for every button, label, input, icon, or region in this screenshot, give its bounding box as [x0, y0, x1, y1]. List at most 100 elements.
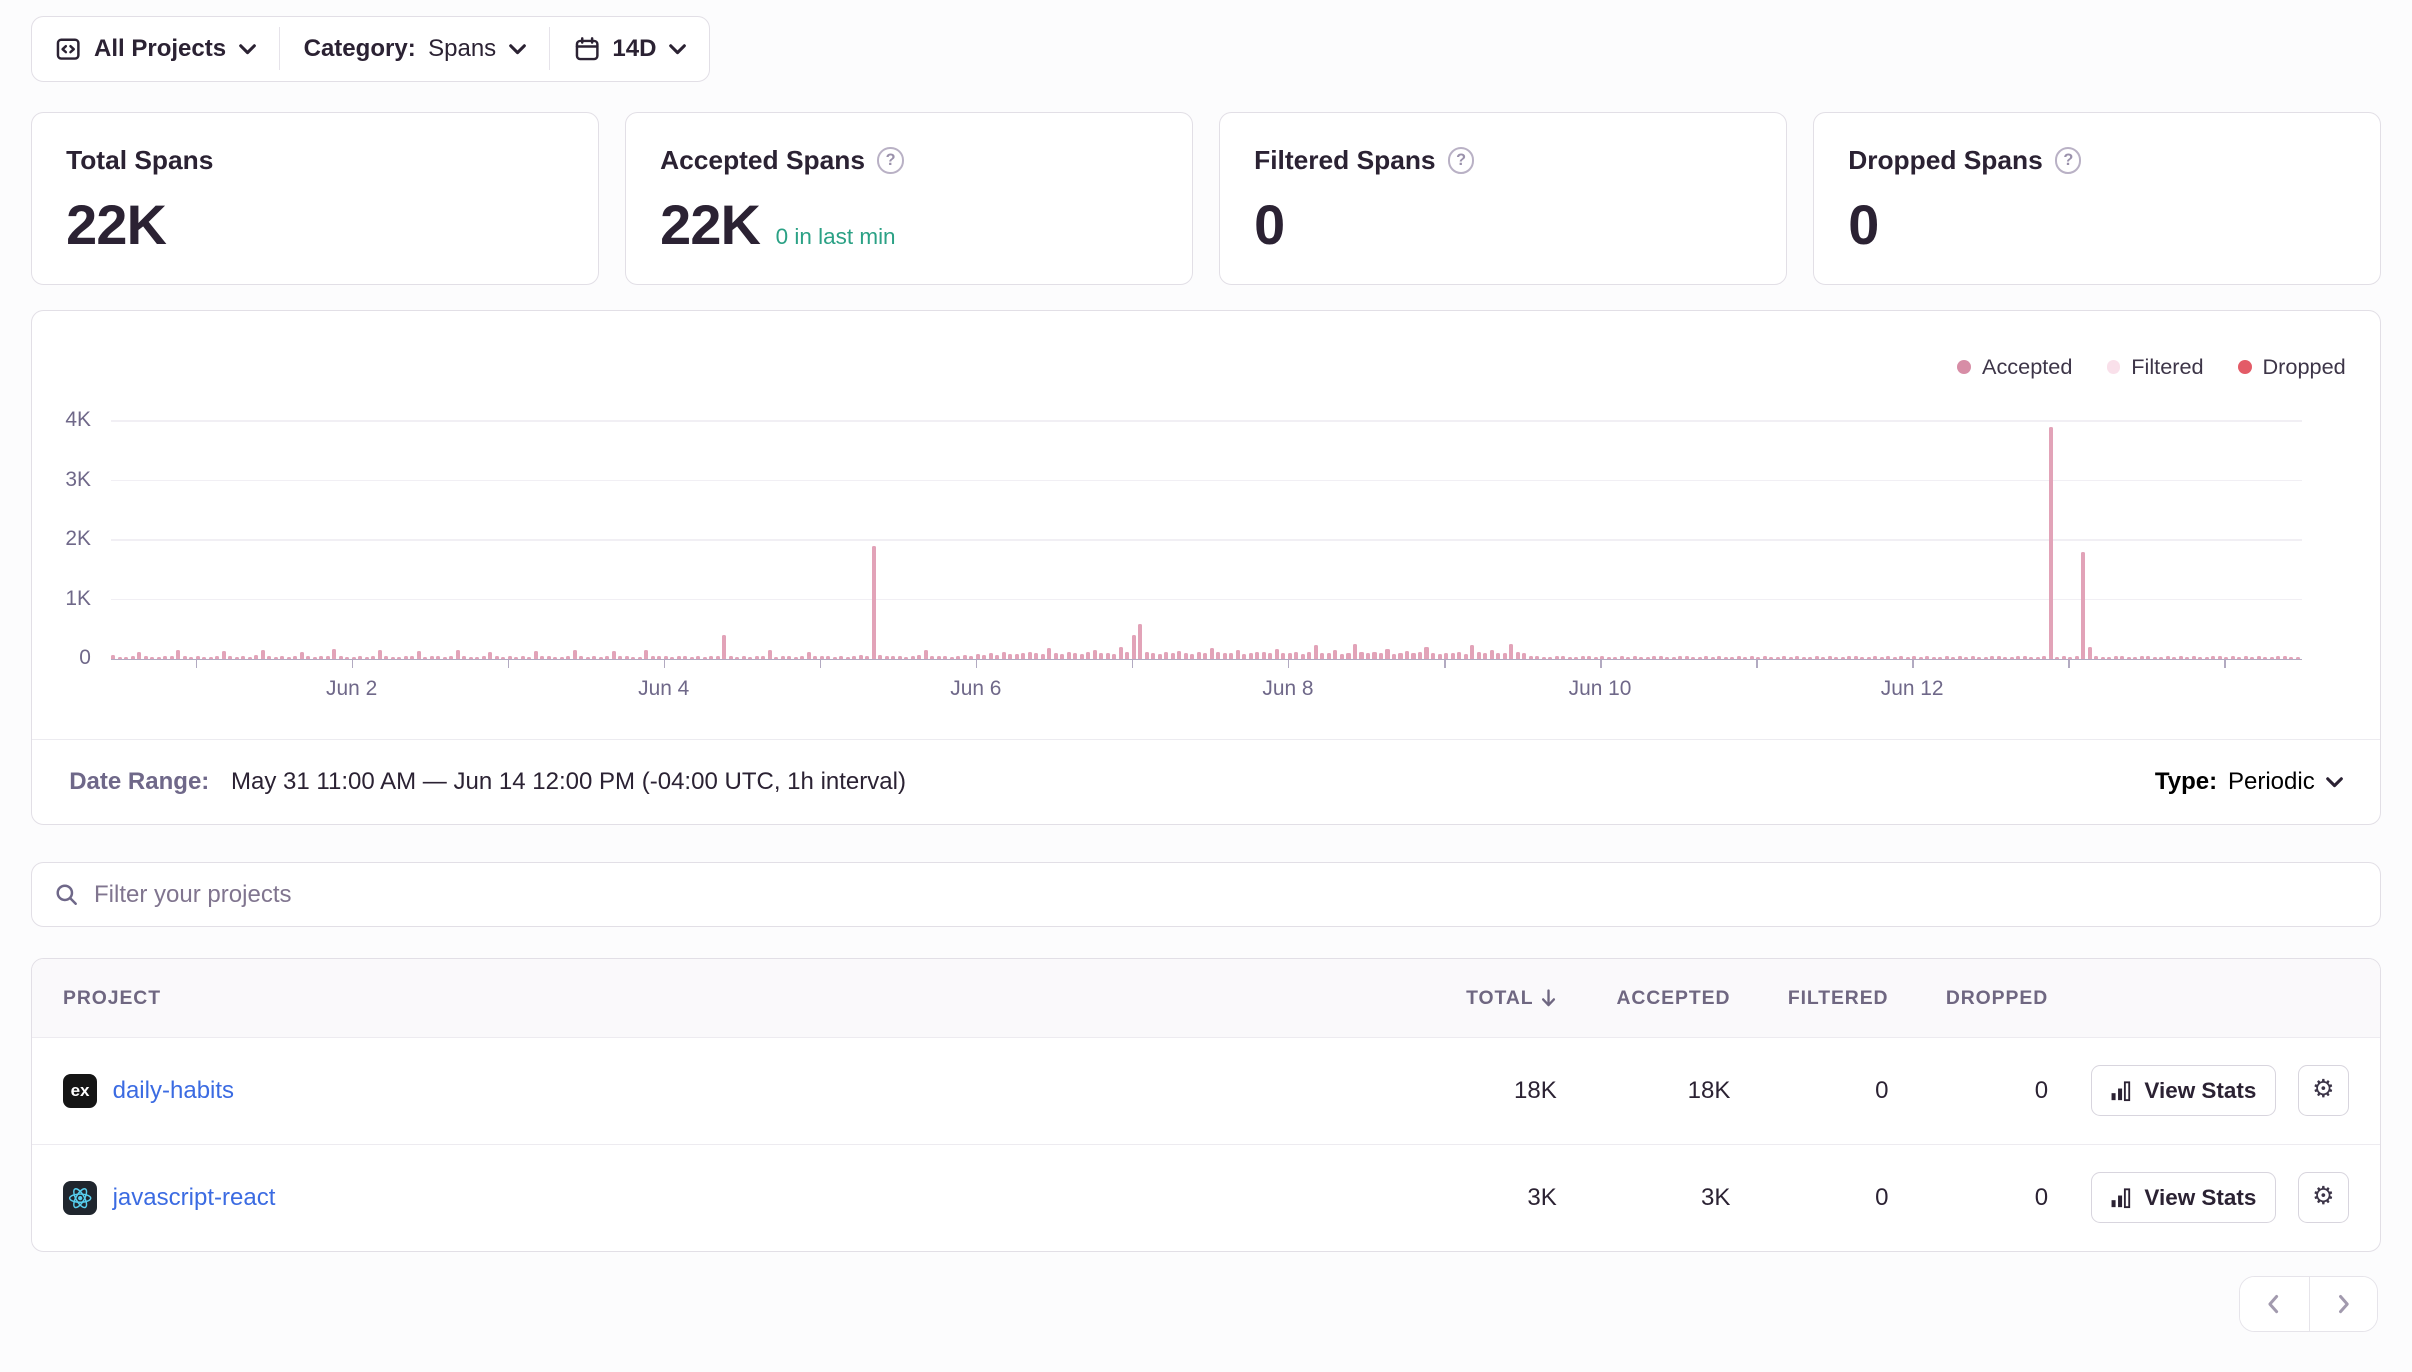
dropped-spans-value: 0 — [1848, 192, 1878, 257]
gridline — [111, 599, 2302, 601]
accepted-bar — [768, 650, 772, 658]
total-spans-card: Total Spans 22K — [31, 112, 599, 286]
accepted-bar — [1880, 657, 1884, 659]
table-row: ex daily-habits 18K 18K 0 0 View Stats ⚙ — [32, 1037, 2380, 1144]
accepted-bar — [1483, 653, 1487, 659]
projects-table: PROJECT TOTAL ACCEPTED FILTERED DROPPED … — [31, 958, 2381, 1251]
help-icon[interactable]: ? — [1448, 147, 1474, 173]
column-header-total[interactable]: TOTAL — [1410, 987, 1557, 1010]
accepted-bar — [1782, 656, 1786, 659]
accepted-bar — [326, 656, 330, 659]
y-axis-label: 4K — [65, 408, 91, 432]
accepted-bar — [1958, 656, 1962, 659]
accepted-spans-card: Accepted Spans ? 22K 0 in last min — [625, 112, 1193, 286]
x-axis-tick — [352, 659, 354, 668]
accepted-bar — [475, 657, 479, 659]
accepted-bar — [898, 656, 902, 658]
accepted-bar — [651, 656, 655, 659]
accepted-bar — [300, 652, 304, 659]
project-settings-button[interactable]: ⚙ — [2298, 1172, 2349, 1223]
x-axis-label: Jun 2 — [326, 677, 377, 701]
previous-page-button[interactable] — [2240, 1277, 2308, 1331]
accepted-bar — [1841, 657, 1845, 659]
project-link[interactable]: javascript-react — [113, 1184, 276, 1212]
accepted-bar — [1307, 652, 1311, 659]
x-axis-tick — [1132, 659, 1134, 668]
accepted-bar — [1587, 656, 1591, 659]
legend-item-accepted[interactable]: Accepted — [1957, 354, 2072, 380]
accepted-bar — [469, 657, 473, 659]
accepted-cell: 3K — [1557, 1184, 1731, 1212]
accepted-bar — [1008, 654, 1012, 659]
accepted-bar — [521, 656, 525, 659]
accepted-bar — [2283, 656, 2287, 658]
accepted-bar — [2185, 657, 2189, 659]
accepted-bar — [1639, 657, 1643, 659]
x-axis-tick — [1444, 659, 1446, 668]
accepted-bar — [417, 651, 421, 659]
accepted-bar — [430, 656, 434, 658]
column-header-project: PROJECT — [63, 987, 1410, 1010]
accepted-bar — [209, 657, 213, 659]
accepted-bar — [553, 657, 557, 659]
type-selector[interactable]: Type: Periodic — [2155, 768, 2343, 796]
type-label: Type: — [2155, 768, 2217, 796]
x-axis-tick — [976, 659, 978, 668]
accepted-bar — [930, 656, 934, 659]
view-stats-button[interactable]: View Stats — [2091, 1172, 2276, 1223]
accepted-bar — [1093, 650, 1097, 659]
accepted-bar — [111, 655, 115, 658]
search-input[interactable] — [94, 881, 2358, 909]
accepted-bar — [2270, 657, 2274, 659]
y-axis-label: 0 — [79, 646, 91, 670]
accepted-bar — [2114, 656, 2118, 659]
help-icon[interactable]: ? — [877, 147, 903, 173]
accepted-bar — [1177, 651, 1181, 659]
gridline — [111, 539, 2302, 541]
accepted-bar — [1171, 653, 1175, 658]
next-page-button[interactable] — [2309, 1277, 2377, 1331]
date-period-dropdown[interactable]: 14D — [550, 17, 709, 82]
accepted-bar — [1054, 653, 1058, 658]
x-axis-label: Jun 10 — [1569, 677, 1632, 701]
accepted-bar — [1132, 635, 1136, 659]
accepted-bar — [1366, 653, 1370, 658]
accepted-bar — [443, 657, 447, 659]
category-filter-dropdown[interactable]: Category: Spans — [280, 17, 549, 82]
accepted-bar — [1190, 654, 1194, 659]
accepted-bar — [2042, 656, 2046, 658]
accepted-bar — [911, 656, 915, 659]
accepted-bar — [248, 657, 252, 659]
accepted-bar — [1789, 657, 1793, 659]
accepted-bar — [202, 657, 206, 659]
accepted-bar — [774, 657, 778, 659]
chart-plot: 01K2K3K4KJun 2Jun 4Jun 6Jun 8Jun 10Jun 1… — [111, 396, 2302, 660]
accepted-bar — [1594, 657, 1598, 659]
legend-item-filtered[interactable]: Filtered — [2107, 354, 2204, 380]
column-header-dropped: DROPPED — [1888, 987, 2048, 1010]
view-stats-label: View Stats — [2144, 1185, 2256, 1211]
project-filter-dropdown[interactable]: All Projects — [32, 17, 279, 82]
accepted-bar — [358, 656, 362, 659]
help-icon[interactable]: ? — [2055, 147, 2081, 173]
legend-item-dropped[interactable]: Dropped — [2238, 354, 2346, 380]
project-settings-button[interactable]: ⚙ — [2298, 1065, 2349, 1116]
accepted-bar — [1893, 657, 1897, 659]
accepted-bar — [1457, 652, 1461, 659]
accepted-bar — [547, 656, 551, 658]
table-row: javascript-react 3K 3K 0 0 View Stats ⚙ — [32, 1144, 2380, 1251]
accepted-bar — [378, 650, 382, 658]
accepted-bar — [2140, 656, 2144, 658]
legend-dot — [2238, 360, 2252, 374]
accepted-bar — [1867, 657, 1871, 659]
view-stats-button[interactable]: View Stats — [2091, 1065, 2276, 1116]
project-link[interactable]: daily-habits — [113, 1077, 234, 1105]
accepted-bar — [1717, 656, 1721, 659]
accepted-bar — [176, 650, 180, 658]
accepted-bar — [1164, 652, 1168, 659]
accepted-bar — [1112, 654, 1116, 659]
accepted-bar — [131, 656, 135, 659]
accepted-bar — [1327, 653, 1331, 659]
accepted-bar — [904, 657, 908, 659]
total-cell: 18K — [1410, 1077, 1557, 1105]
